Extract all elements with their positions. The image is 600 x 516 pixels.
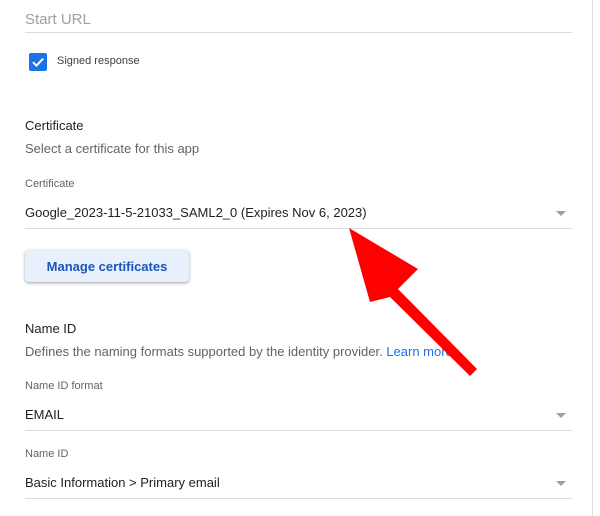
dropdown-caret-icon: [556, 211, 566, 216]
learn-more-link[interactable]: Learn more: [386, 344, 452, 359]
manage-certificates-button[interactable]: Manage certificates: [25, 250, 189, 282]
name-id-description-text: Defines the naming formats supported by …: [25, 344, 387, 359]
certificate-select[interactable]: Google_2023-11-5-21033_SAML2_0 (Expires …: [25, 198, 572, 229]
signed-response-label: Signed response: [57, 55, 140, 67]
name-id-format-label: Name ID format: [25, 380, 103, 392]
name-id-format-value: EMAIL: [25, 407, 65, 422]
panel-right-border: [592, 0, 593, 516]
name-id-title: Name ID: [25, 321, 77, 336]
dropdown-caret-icon: [556, 481, 566, 486]
start-url-field[interactable]: [25, 8, 572, 33]
name-id-label: Name ID: [25, 448, 69, 460]
dropdown-caret-icon: [556, 413, 566, 418]
name-id-select[interactable]: Basic Information > Primary email: [25, 468, 572, 499]
name-id-format-select[interactable]: EMAIL: [25, 400, 572, 431]
certificate-select-value: Google_2023-11-5-21033_SAML2_0 (Expires …: [25, 205, 367, 220]
certificate-field-label: Certificate: [25, 178, 75, 190]
signed-response-checkbox[interactable]: [29, 53, 47, 71]
certificate-title: Certificate: [25, 118, 84, 133]
certificate-description: Select a certificate for this app: [25, 141, 200, 156]
start-url-input[interactable]: [25, 8, 572, 30]
name-id-value: Basic Information > Primary email: [25, 475, 220, 490]
name-id-description: Defines the naming formats supported by …: [25, 344, 453, 359]
checkmark-icon: [32, 57, 44, 68]
